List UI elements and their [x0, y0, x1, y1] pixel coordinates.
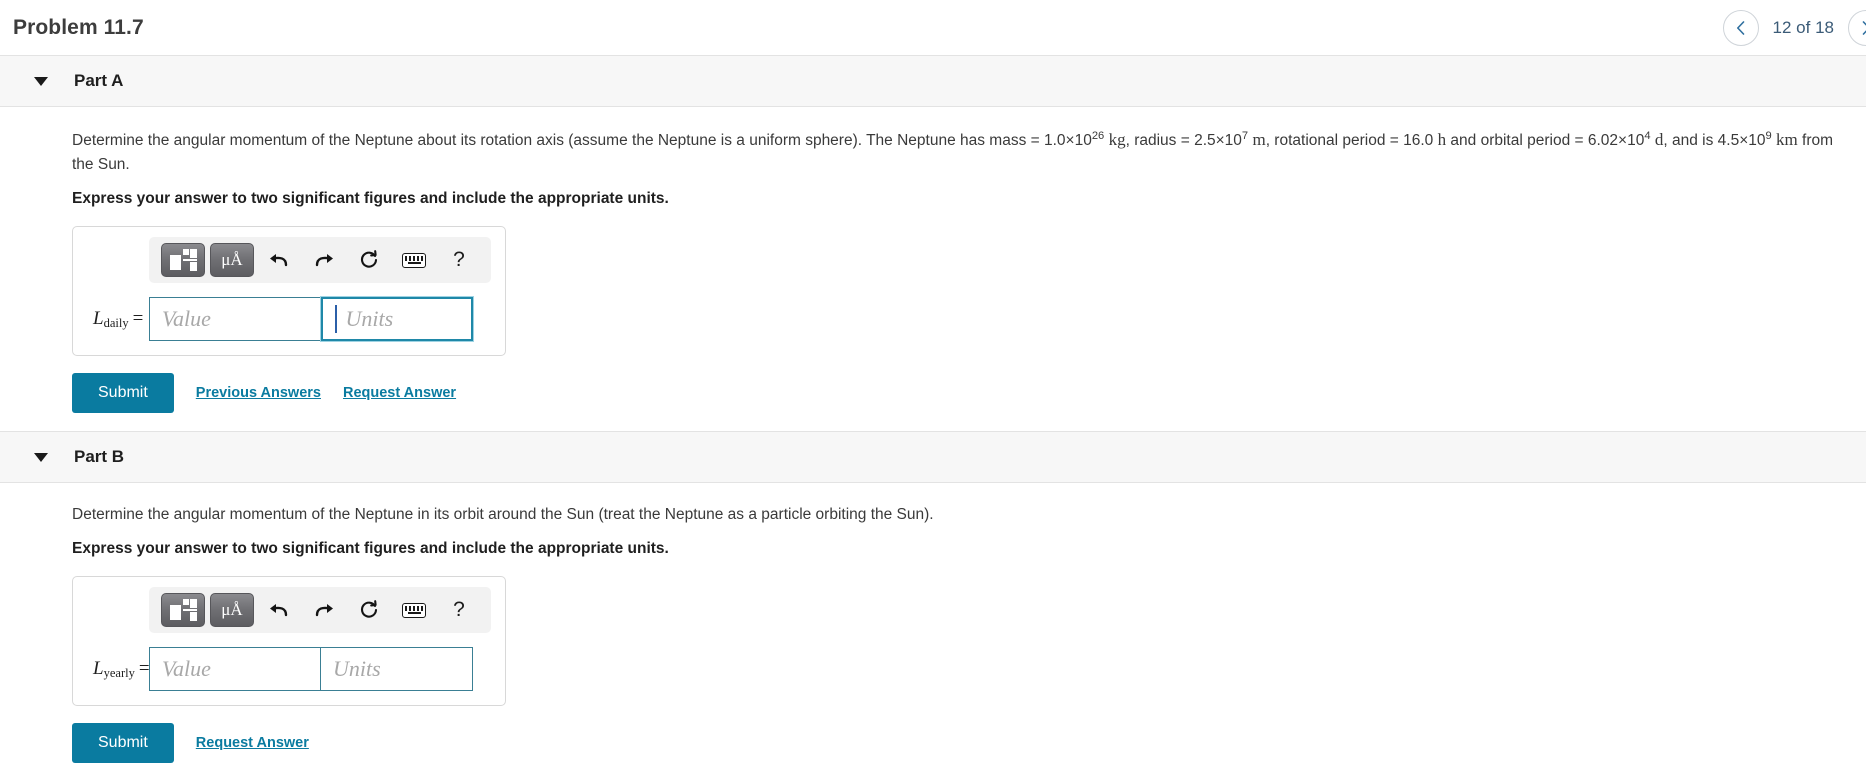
reset-button[interactable]: [349, 243, 389, 277]
part-a-units-input[interactable]: Units: [321, 297, 473, 342]
help-icon: ?: [453, 598, 465, 622]
variable-subscript: daily: [103, 316, 129, 331]
part-b-header[interactable]: Part B: [0, 431, 1866, 484]
part-a-label: Part A: [74, 71, 124, 90]
previous-problem-button[interactable]: [1722, 9, 1759, 46]
collapse-caret-icon: [34, 76, 48, 86]
mid-2: , rotational period =: [1265, 132, 1404, 149]
equals-sign: =: [132, 308, 144, 330]
redo-button[interactable]: [304, 243, 344, 277]
equals-sign: =: [138, 658, 150, 680]
template-icon: [170, 599, 197, 622]
distance-value: 4.5×10: [1717, 132, 1766, 149]
part-b-instruction: Express your answer to two significant f…: [72, 540, 669, 558]
part-b-value-placeholder: Value: [162, 656, 211, 682]
part-a-variable-label: Ldaily =: [87, 308, 149, 330]
variable-name: L: [93, 658, 104, 680]
redo-icon: [315, 604, 333, 617]
units-button[interactable]: μÅ: [210, 593, 254, 628]
part-a-submit-button[interactable]: Submit: [72, 373, 174, 414]
question-prefix: Determine the angular momentum of the Ne…: [72, 132, 1044, 149]
part-b-units-placeholder: Units: [333, 656, 381, 682]
reset-icon: [360, 600, 378, 619]
keyboard-button[interactable]: [394, 593, 434, 627]
part-a-body: Determine the angular momentum of the Ne…: [0, 107, 1866, 431]
part-a-value-input[interactable]: Value: [149, 297, 321, 342]
part-a-actions: Submit Previous Answers Request Answer: [72, 373, 1866, 414]
part-a-units-placeholder: Units: [345, 306, 394, 332]
reset-button[interactable]: [349, 593, 389, 627]
part-b-question: Determine the angular momentum of the Ne…: [72, 506, 934, 524]
part-b-actions: Submit Request Answer: [72, 723, 1866, 764]
chevron-right-icon: [1862, 20, 1866, 35]
orbital-period-value: 6.02×10: [1587, 132, 1645, 149]
undo-icon: [270, 254, 288, 267]
problem-navigation: 12 of 18: [1722, 0, 1866, 55]
help-icon: ?: [453, 248, 465, 272]
mass-value: 1.0×10: [1044, 132, 1092, 149]
template-button[interactable]: [161, 593, 205, 628]
variable-subscript: yearly: [103, 666, 135, 681]
part-b-math-toolbar: μÅ ?: [149, 587, 491, 634]
keyboard-icon: [402, 602, 426, 618]
mid-4: , and is: [1663, 132, 1718, 149]
units-button-label: μÅ: [221, 600, 243, 620]
part-a-previous-answers-link[interactable]: Previous Answers: [196, 385, 321, 401]
radius-unit: m: [1252, 130, 1266, 149]
part-a-value-placeholder: Value: [162, 306, 211, 332]
mid-3: and orbital period =: [1446, 132, 1588, 149]
radius-value: 2.5×10: [1194, 132, 1242, 149]
rotational-period-value: 16.0: [1403, 132, 1434, 149]
next-problem-button[interactable]: [1848, 9, 1866, 46]
top-bar: Problem 11.7 12 of 18: [0, 0, 1866, 55]
collapse-caret-icon: [34, 452, 48, 462]
units-button[interactable]: μÅ: [210, 243, 254, 278]
problem-counter: 12 of 18: [1772, 17, 1834, 37]
distance-exponent: 9: [1765, 129, 1772, 142]
part-b-variable-label: Lyearly =: [87, 658, 150, 681]
undo-icon: [270, 604, 288, 617]
part-b-request-answer-link[interactable]: Request Answer: [196, 735, 309, 751]
rotational-period-unit: h: [1437, 130, 1447, 149]
part-b-body: Determine the angular momentum of the Ne…: [0, 483, 1866, 764]
template-button[interactable]: [161, 243, 205, 278]
undo-button[interactable]: [259, 593, 299, 627]
orbital-period-exponent: 4: [1644, 129, 1651, 142]
part-b-answer-card: μÅ ? Lyearly = Value Units: [72, 576, 506, 707]
redo-icon: [315, 254, 333, 267]
mid-1: , radius =: [1125, 132, 1195, 149]
part-a-request-answer-link[interactable]: Request Answer: [343, 385, 456, 401]
undo-button[interactable]: [259, 243, 299, 277]
part-b-units-input[interactable]: Units: [321, 647, 473, 692]
mass-exponent: 26: [1091, 129, 1105, 142]
part-b-value-input[interactable]: Value: [149, 647, 321, 692]
redo-button[interactable]: [304, 593, 344, 627]
chevron-left-icon: [1737, 20, 1745, 35]
part-b-submit-button[interactable]: Submit: [72, 723, 174, 764]
keyboard-button[interactable]: [394, 243, 434, 277]
help-button[interactable]: ?: [439, 593, 479, 627]
part-a-question: Determine the angular momentum of the Ne…: [72, 127, 1852, 177]
radius-exponent: 7: [1241, 129, 1249, 142]
part-a-field-row: Ldaily = Value Units: [87, 297, 491, 342]
part-b-label: Part B: [74, 447, 125, 467]
template-icon: [170, 249, 197, 272]
units-button-label: μÅ: [221, 250, 243, 270]
part-b-field-row: Lyearly = Value Units: [87, 647, 491, 692]
part-a-instruction: Express your answer to two significant f…: [72, 190, 669, 208]
part-a-header[interactable]: Part A: [0, 55, 1866, 107]
variable-name: L: [93, 308, 104, 330]
next-problem-wrap: [1848, 9, 1866, 46]
keyboard-icon: [402, 252, 426, 268]
distance-unit: km: [1776, 130, 1798, 149]
mass-unit: kg: [1108, 130, 1126, 149]
part-a-math-toolbar: μÅ ?: [149, 237, 491, 284]
page-title: Problem 11.7: [13, 15, 144, 39]
reset-icon: [360, 250, 378, 269]
part-a-answer-card: μÅ ? Ldaily = Value Units: [72, 226, 506, 357]
help-button[interactable]: ?: [439, 243, 479, 277]
